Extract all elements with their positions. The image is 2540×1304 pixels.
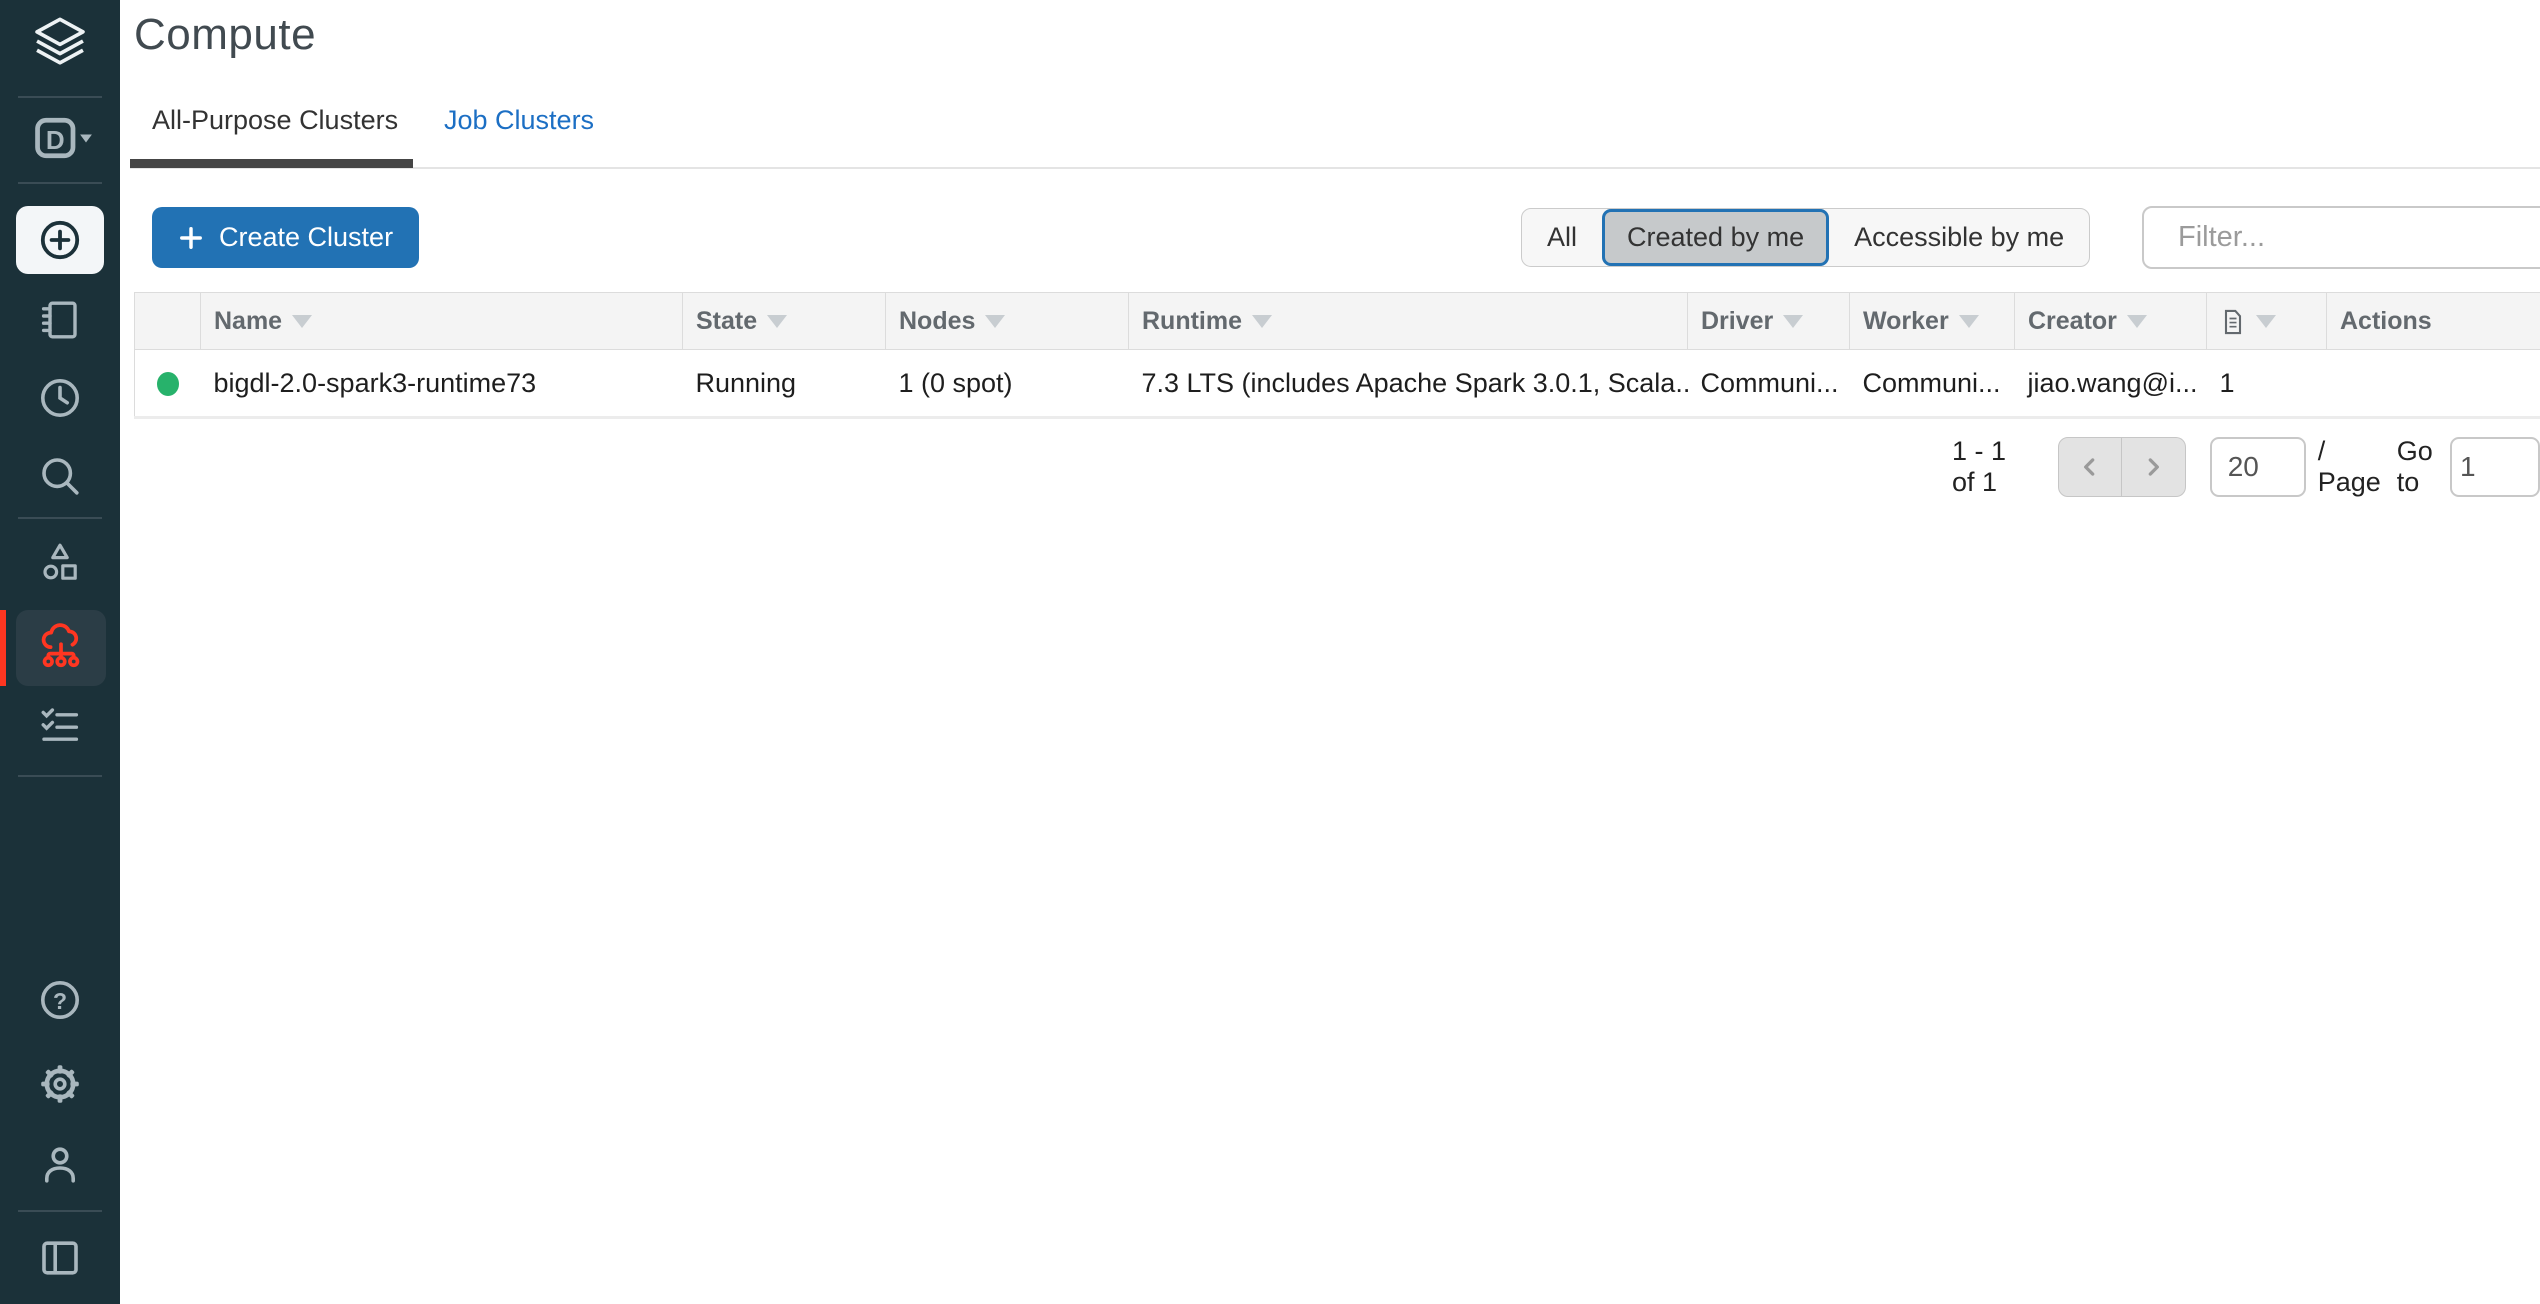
sidebar-divider <box>18 517 102 519</box>
column-header-actions: Actions <box>2327 293 2540 350</box>
clusters-cloud-icon <box>36 623 86 673</box>
sidebar-divider <box>18 96 102 98</box>
column-header-status <box>135 293 201 350</box>
column-header-nodes[interactable]: Nodes <box>886 293 1129 350</box>
pagination-bar: 1 - 1 of 1 / Page Go to <box>1952 437 2540 497</box>
filter-all[interactable]: All <box>1522 209 1602 266</box>
document-icon <box>2220 308 2246 336</box>
databricks-logo[interactable] <box>0 14 120 72</box>
cell-actions <box>2327 350 2540 418</box>
collapse-sidebar-button[interactable] <box>0 1234 120 1282</box>
cell-state: Running <box>683 350 886 418</box>
tab-all-purpose-clusters[interactable]: All-Purpose Clusters <box>152 105 398 136</box>
goto-label: Go to <box>2397 436 2440 498</box>
cell-notebooks: 1 <box>2207 350 2327 418</box>
sort-caret-icon <box>292 315 312 328</box>
column-header-name[interactable]: Name <box>201 293 683 350</box>
sidebar-divider <box>18 775 102 777</box>
sort-caret-icon <box>1959 315 1979 328</box>
sidebar-item-workspace[interactable] <box>0 296 120 344</box>
cell-runtime: 7.3 LTS (includes Apache Spark 3.0.1, Sc… <box>1129 350 1688 418</box>
column-header-creator[interactable]: Creator <box>2015 293 2207 350</box>
sort-caret-icon <box>1783 315 1803 328</box>
cell-nodes: 1 (0 spot) <box>886 350 1129 418</box>
column-header-runtime[interactable]: Runtime <box>1129 293 1688 350</box>
search-icon <box>36 452 84 500</box>
sidebar-item-search[interactable] <box>0 452 120 500</box>
workspace-switcher[interactable]: D <box>0 112 120 164</box>
chevron-left-icon <box>2077 454 2103 480</box>
sidebar-divider <box>18 182 102 184</box>
sidebar-item-account[interactable] <box>0 1140 120 1188</box>
pagination-range: 1 - 1 of 1 <box>1952 436 2022 498</box>
sidebar-item-help[interactable]: ? <box>0 976 120 1024</box>
sidebar-item-recents[interactable] <box>0 374 120 422</box>
filter-accessible-by-me[interactable]: Accessible by me <box>1829 209 2089 266</box>
table-header-row: Name State Nodes Runtime Driver Worker C… <box>135 293 2540 350</box>
active-item-indicator <box>0 610 6 686</box>
cell-name[interactable]: bigdl-2.0-spark3-runtime73 <box>201 350 683 418</box>
sort-caret-icon <box>2127 315 2147 328</box>
help-icon: ? <box>36 976 84 1024</box>
sidebar-item-settings[interactable] <box>0 1060 120 1108</box>
cell-driver: Communi... <box>1688 350 1850 418</box>
gear-icon <box>36 1060 84 1108</box>
goto-page-input[interactable] <box>2450 437 2540 497</box>
checklist-icon <box>36 702 84 750</box>
sidebar-divider <box>18 1210 102 1212</box>
sidebar-item-compute[interactable] <box>16 610 106 686</box>
cell-status <box>135 350 201 418</box>
column-header-state[interactable]: State <box>683 293 886 350</box>
chevron-right-icon <box>2140 454 2166 480</box>
column-header-notebooks[interactable] <box>2207 293 2327 350</box>
cell-worker: Communi... <box>1850 350 2015 418</box>
tab-job-clusters[interactable]: Job Clusters <box>444 105 594 136</box>
page-size-input[interactable] <box>2210 437 2306 497</box>
cell-creator: jiao.wang@i... <box>2015 350 2207 418</box>
panel-collapse-icon <box>36 1234 84 1282</box>
filter-search-box <box>2142 206 2540 269</box>
page-title: Compute <box>134 10 316 60</box>
plus-icon <box>178 225 204 251</box>
clusters-table: Name State Nodes Runtime Driver Worker C… <box>134 292 2540 419</box>
create-cluster-button[interactable]: Create Cluster <box>152 207 419 268</box>
create-cluster-label: Create Cluster <box>219 222 393 253</box>
previous-page-button[interactable] <box>2058 437 2122 497</box>
cluster-filter-group: All Created by me Accessible by me <box>1521 208 2090 267</box>
data-shapes-icon <box>36 538 84 586</box>
filter-input[interactable] <box>2178 221 2540 254</box>
sort-caret-icon <box>767 315 787 328</box>
user-icon <box>36 1140 84 1188</box>
notebook-icon <box>36 296 84 344</box>
sort-caret-icon <box>1252 315 1272 328</box>
active-tab-underline <box>130 159 413 168</box>
workspace-badge-letter: D <box>46 125 65 155</box>
running-status-dot <box>157 372 179 396</box>
column-header-worker[interactable]: Worker <box>1850 293 2015 350</box>
sidebar-item-jobs[interactable] <box>0 702 120 750</box>
clock-icon <box>36 374 84 422</box>
help-glyph: ? <box>53 988 67 1014</box>
sidebar-item-data[interactable] <box>0 538 120 586</box>
sort-caret-icon <box>985 315 1005 328</box>
sidebar: D <box>0 0 120 1304</box>
column-header-driver[interactable]: Driver <box>1688 293 1850 350</box>
per-page-label: / Page <box>2318 436 2381 498</box>
table-row[interactable]: bigdl-2.0-spark3-runtime73 Running 1 (0 … <box>135 350 2540 418</box>
filter-created-by-me[interactable]: Created by me <box>1602 209 1829 266</box>
next-page-button[interactable] <box>2122 437 2186 497</box>
sort-caret-icon <box>2256 315 2276 328</box>
plus-circle-icon <box>36 216 84 264</box>
tabbar-divider <box>130 167 2540 169</box>
sidebar-item-create[interactable] <box>16 206 104 274</box>
